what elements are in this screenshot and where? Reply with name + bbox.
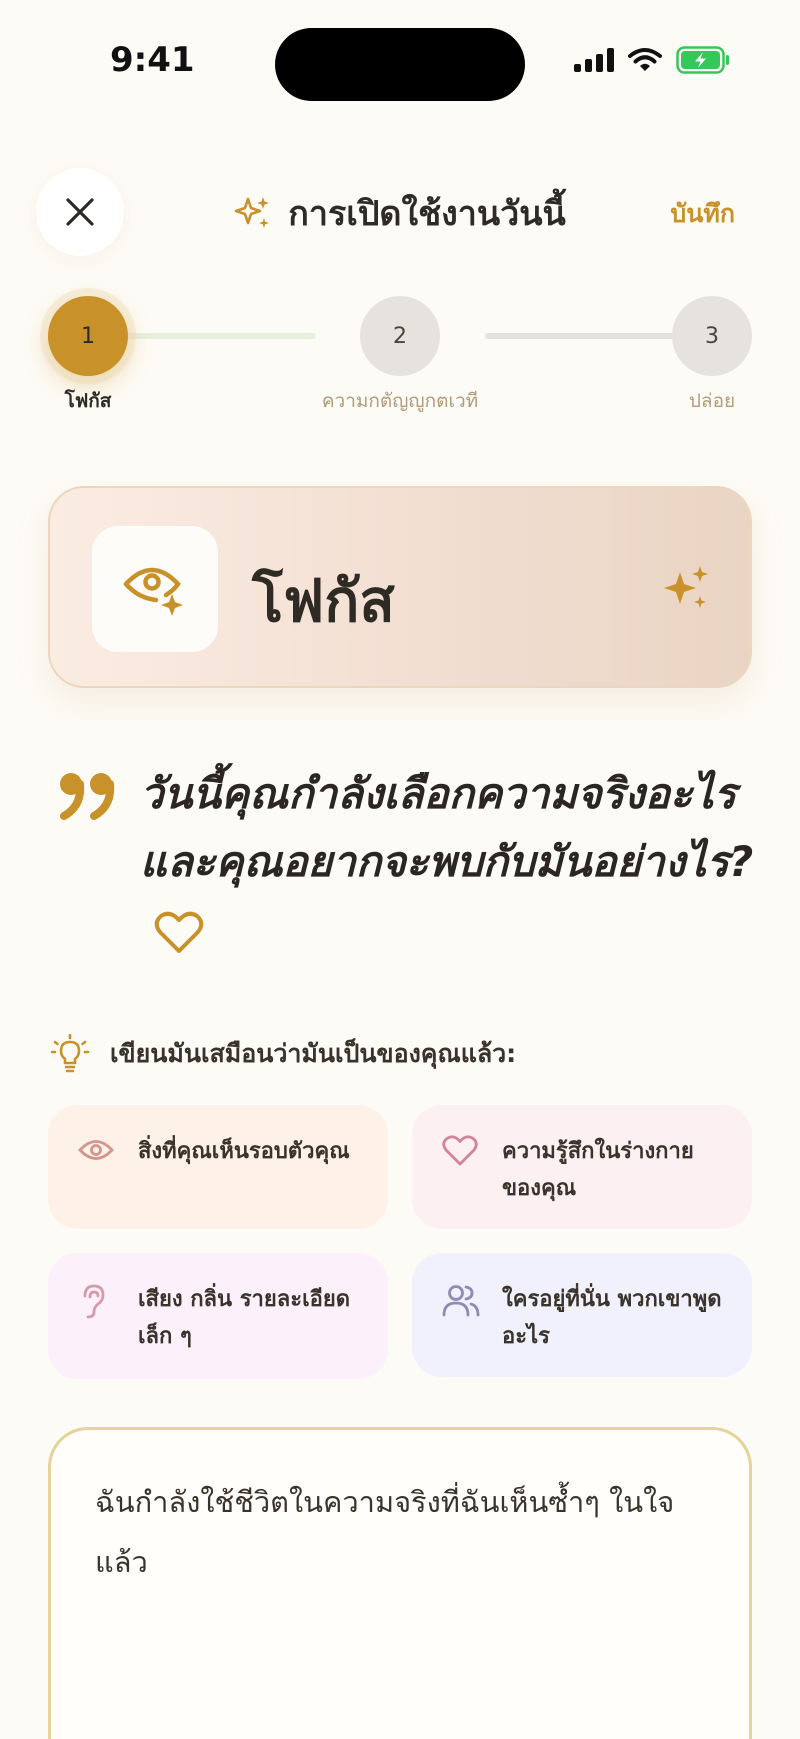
prompt-chip-surroundings[interactable]: สิ่งที่คุณเห็นรอบตัวคุณ: [48, 1105, 388, 1229]
step-1-number: 1: [81, 323, 95, 349]
prompt-chip-label: ใครอยู่ที่นั่น พวกเขาพูดอะไร: [502, 1287, 722, 1349]
hint-row: เขียนมันเสมือนว่ามันเป็นของคุณแล้ว:: [50, 1034, 516, 1074]
step-3-number: 3: [705, 323, 719, 349]
sparkles-icon: [234, 197, 270, 228]
prompt-chip-people[interactable]: ใครอยู่ที่นั่น พวกเขาพูดอะไร: [412, 1253, 752, 1377]
dynamic-island: [275, 28, 525, 101]
heart-icon: [154, 911, 204, 953]
step-2-number: 2: [393, 323, 407, 349]
step-1-label: โฟกัส: [64, 390, 112, 412]
prompt-chip-senses[interactable]: เสียง กลิ่น รายละเอียดเล็ก ๆ: [48, 1253, 388, 1379]
focus-icon-box: [92, 526, 218, 652]
hint-text: เขียนมันเสมือนว่ามันเป็นของคุณแล้ว:: [110, 1039, 517, 1068]
status-time: 9:41: [110, 40, 195, 80]
people-icon: [442, 1285, 480, 1317]
journal-entry-textarea[interactable]: ฉันกำลังใช้ชีวิตในความจริงที่ฉันเห็นซ้ำๆ…: [48, 1427, 752, 1739]
heart-icon: [442, 1135, 478, 1166]
cellular-signal-icon: [574, 48, 614, 72]
step-connector-1: [126, 333, 316, 339]
sparkles-icon: [664, 566, 708, 608]
focus-card: โฟกัส: [48, 486, 752, 688]
quote-icon: [60, 773, 115, 820]
step-3-label: ปล่อย: [688, 390, 736, 412]
question-text: วันนี้คุณกำลังเลือกความจริงอะไร และคุณอย…: [140, 760, 760, 964]
prompt-chip-label: เสียง กลิ่น รายละเอียดเล็ก ๆ: [138, 1287, 351, 1349]
focus-title: โฟกัส: [252, 567, 395, 635]
wifi-icon: [628, 48, 662, 71]
ear-icon: [83, 1284, 105, 1319]
header-title: การเปิดใช้งานวันนี้: [288, 194, 566, 234]
question-label: วันนี้คุณกำลังเลือกความจริงอะไร และคุณอย…: [140, 769, 754, 886]
journal-entry-text: ฉันกำลังใช้ชีวิตในความจริงที่ฉันเห็นซ้ำๆ…: [95, 1485, 675, 1579]
step-1-circle[interactable]: 1: [48, 296, 128, 376]
progress-stepper: 1 2 3 โฟกัส ความกตัญญูกตเวที ปล่อย: [0, 296, 800, 416]
eye-sparkle-icon: [123, 567, 183, 616]
prompt-chip-label: ความรู้สึกในร่างกายของคุณ: [502, 1139, 694, 1201]
battery-charging-icon: [676, 46, 729, 74]
lightbulb-icon: [50, 1034, 90, 1073]
status-icons: [574, 46, 730, 74]
step-2-label: ความกตัญญูกตเวที: [321, 390, 479, 412]
screen: 9:41 การเปิดใช้งานวันนี้ บันทึก 1 2 3 โฟ…: [0, 0, 800, 1739]
step-2-circle[interactable]: 2: [360, 296, 440, 376]
step-connector-2: [485, 333, 675, 339]
save-button[interactable]: บันทึก: [670, 194, 735, 234]
step-3-circle[interactable]: 3: [672, 296, 752, 376]
prompt-chip-body-feelings[interactable]: ความรู้สึกในร่างกายของคุณ: [412, 1105, 752, 1229]
eye-icon: [78, 1140, 114, 1160]
prompt-chip-label: สิ่งที่คุณเห็นรอบตัวคุณ: [138, 1139, 350, 1164]
